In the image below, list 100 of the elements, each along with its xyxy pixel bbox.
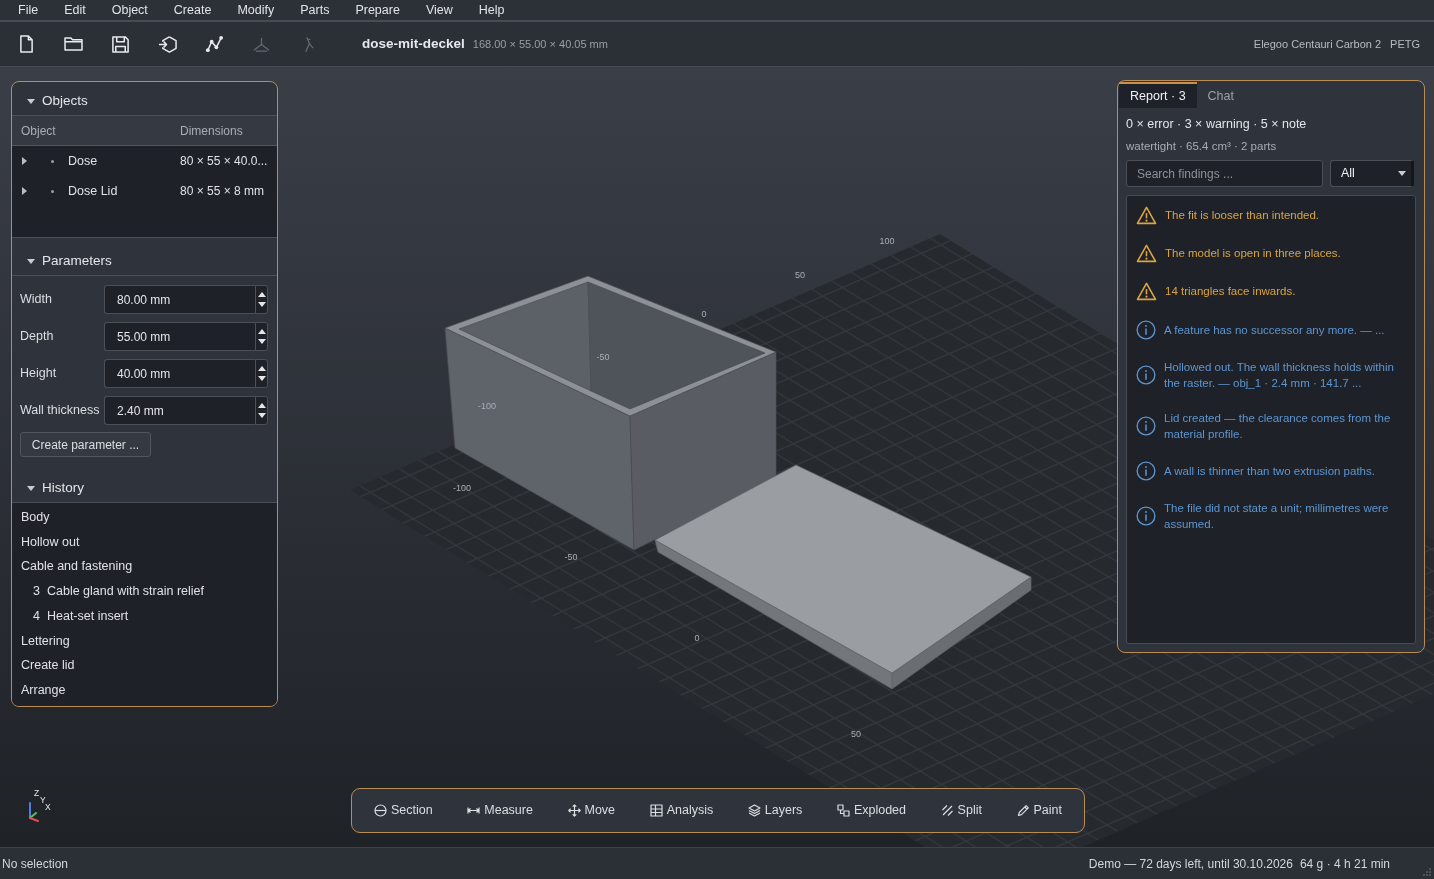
down-triangle-icon[interactable] [257,376,266,382]
grid-label: 50 [795,270,805,280]
tool-button[interactable]: Layers [737,797,813,824]
finding-text[interactable]: Lid created — the clearance comes from the material profile. [1164,409,1409,442]
license-text: Demo — 72 days left, until 30.10.2026 [1088,855,1293,873]
finding-text[interactable]: The fit is looser than intended. [1165,207,1320,223]
grid-label: -100 [453,483,471,493]
up-triangle-icon[interactable] [257,291,266,297]
caret-down-icon [1398,171,1406,176]
parameter-label: Height [20,365,58,383]
step-number: 3 [33,583,40,601]
column-header: Dimensions [180,122,243,140]
menu-item[interactable]: Edit [51,0,99,20]
pencil-icon [1016,804,1030,817]
tool-button[interactable]: Paint [1006,797,1072,824]
spinner[interactable] [255,322,268,351]
column-header: Object [20,122,57,140]
down-triangle-icon[interactable] [257,339,266,345]
info-icon [1136,505,1156,526]
up-triangle-icon[interactable] [257,365,266,371]
object-dimensions: 80 × 55 × 40.0... [180,153,268,170]
tool-button[interactable]: Exploded [826,797,916,824]
tool-button[interactable]: Split [930,797,992,824]
warning-icon [1136,243,1157,263]
up-triangle-icon[interactable] [257,402,266,408]
grid-label: 50 [851,729,861,739]
down-triangle-icon[interactable] [257,302,266,308]
menu-item[interactable]: Modify [224,0,288,20]
file-name: dose-mit-deckel [362,34,465,53]
hexagon-arrow-icon [156,34,178,54]
menu-item[interactable]: Prepare [342,0,413,20]
axis-gizmo-drawing [29,802,39,822]
parameter-label: Wall thickness [20,402,101,420]
grid-label: -50 [596,352,610,362]
finding-text[interactable]: A wall is thinner than two extrusion paths. [1164,462,1375,479]
number-field[interactable]: 2.40 mm [104,396,255,425]
tab[interactable]: Report · 3 [1119,82,1197,108]
tool-button[interactable]: Measure [457,797,543,824]
object-dimensions: 80 × 55 × 8 mm [180,183,265,200]
status-text: No selection [2,855,69,873]
model-dimensions: 168.00 × 55.00 × 40.05 mm [472,36,608,52]
printer-name: Elegoo Centauri Carbon 2 [1253,36,1382,52]
caret-right-icon[interactable] [22,157,27,165]
number-field[interactable]: 55.00 mm [104,322,255,351]
down-triangle-icon[interactable] [257,413,266,419]
grid-label: -50 [564,552,578,562]
grid-label: -100 [478,401,496,411]
object-name[interactable]: Dose Lid [68,181,180,201]
history-item[interactable]: Cable and fastening [21,554,277,580]
history-item[interactable]: Lettering [21,628,277,654]
section-header[interactable]: Parameters [12,242,277,276]
axis-label: Z [34,788,40,798]
model-summary: watertight · 65.4 cm³ · 2 parts [1126,139,1278,154]
dot-icon [51,159,54,163]
tool-button[interactable]: Analysis [639,797,724,824]
finding-text[interactable]: Hollowed out. The wall thickness holds within the raster. — obj_1 · 2.4 mm · 141.7 ... [1164,358,1409,391]
tool-button[interactable]: Section [364,797,443,824]
create-parameter-button[interactable]: Create parameter ... [20,432,151,457]
info-icon [1136,319,1156,340]
menu-item[interactable]: Help [465,0,518,20]
menu-item[interactable]: View [412,0,466,20]
tab[interactable]: Chat [1196,82,1245,108]
finding-text[interactable]: The model is open in three places. [1165,245,1341,261]
grid-label: 0 [701,309,707,319]
number-field[interactable]: 80.00 mm [104,285,255,314]
history-item[interactable]: Arrange [21,677,277,703]
caret-right-icon[interactable] [22,187,27,195]
number-field[interactable]: 40.00 mm [104,359,255,388]
tool-button[interactable]: Move [557,797,626,824]
history-item[interactable]: Hollow out [21,529,277,555]
history-item[interactable]: Cable gland with strain relief [46,579,204,604]
info-icon [1136,415,1156,436]
history-item[interactable]: Create lid [21,653,277,678]
object-name[interactable]: Dose [68,151,180,171]
save-icon [110,34,130,54]
history-item[interactable]: Body [21,505,277,530]
bent-line-icon [302,34,314,54]
finding-text[interactable]: 14 triangles face inwards. [1165,283,1296,299]
up-triangle-icon[interactable] [257,328,266,334]
table-grid-icon [649,804,663,817]
spinner[interactable] [255,285,268,314]
linked-squares-icon [836,804,850,817]
menu-item[interactable]: Parts [287,0,343,20]
spinner[interactable] [255,359,268,388]
finding-text[interactable]: The file did not state a unit; millimetres were assumed. [1164,499,1409,532]
sliced-circle-icon [374,804,387,817]
print-estimate: 64 g · 4 h 21 min [1299,855,1390,873]
menu-item[interactable]: Object [98,0,161,20]
node-path-icon [203,34,225,54]
new-file-icon [18,34,34,54]
spinner[interactable] [255,396,268,425]
menu-item[interactable]: Create [160,0,225,20]
warning-icon [1136,205,1157,225]
history-item[interactable]: Heat-set insert [46,603,129,629]
menu-item[interactable]: File [5,0,52,20]
filter-dropdown[interactable]: All [1330,160,1414,187]
search-field[interactable]: Search findings ... [1126,160,1323,187]
layers-icon [747,804,761,817]
finding-text[interactable]: A feature has no successor any more. — ... [1164,321,1385,338]
slash-lines-icon [940,804,954,817]
